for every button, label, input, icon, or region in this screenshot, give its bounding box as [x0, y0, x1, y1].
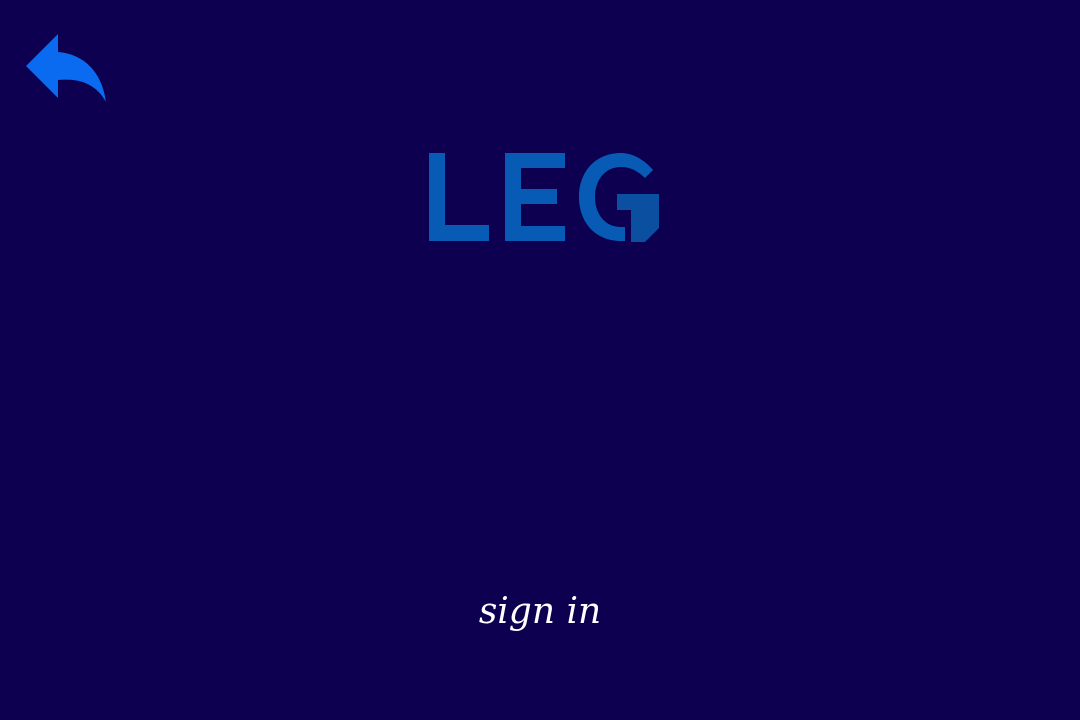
back-button[interactable] — [24, 32, 108, 104]
app-logo: LEG — [425, 150, 665, 245]
logo-text: LEG — [425, 245, 426, 246]
reply-arrow-icon — [26, 34, 106, 102]
sign-in-link[interactable]: sign in — [440, 584, 640, 640]
logo-mark — [429, 153, 659, 242]
